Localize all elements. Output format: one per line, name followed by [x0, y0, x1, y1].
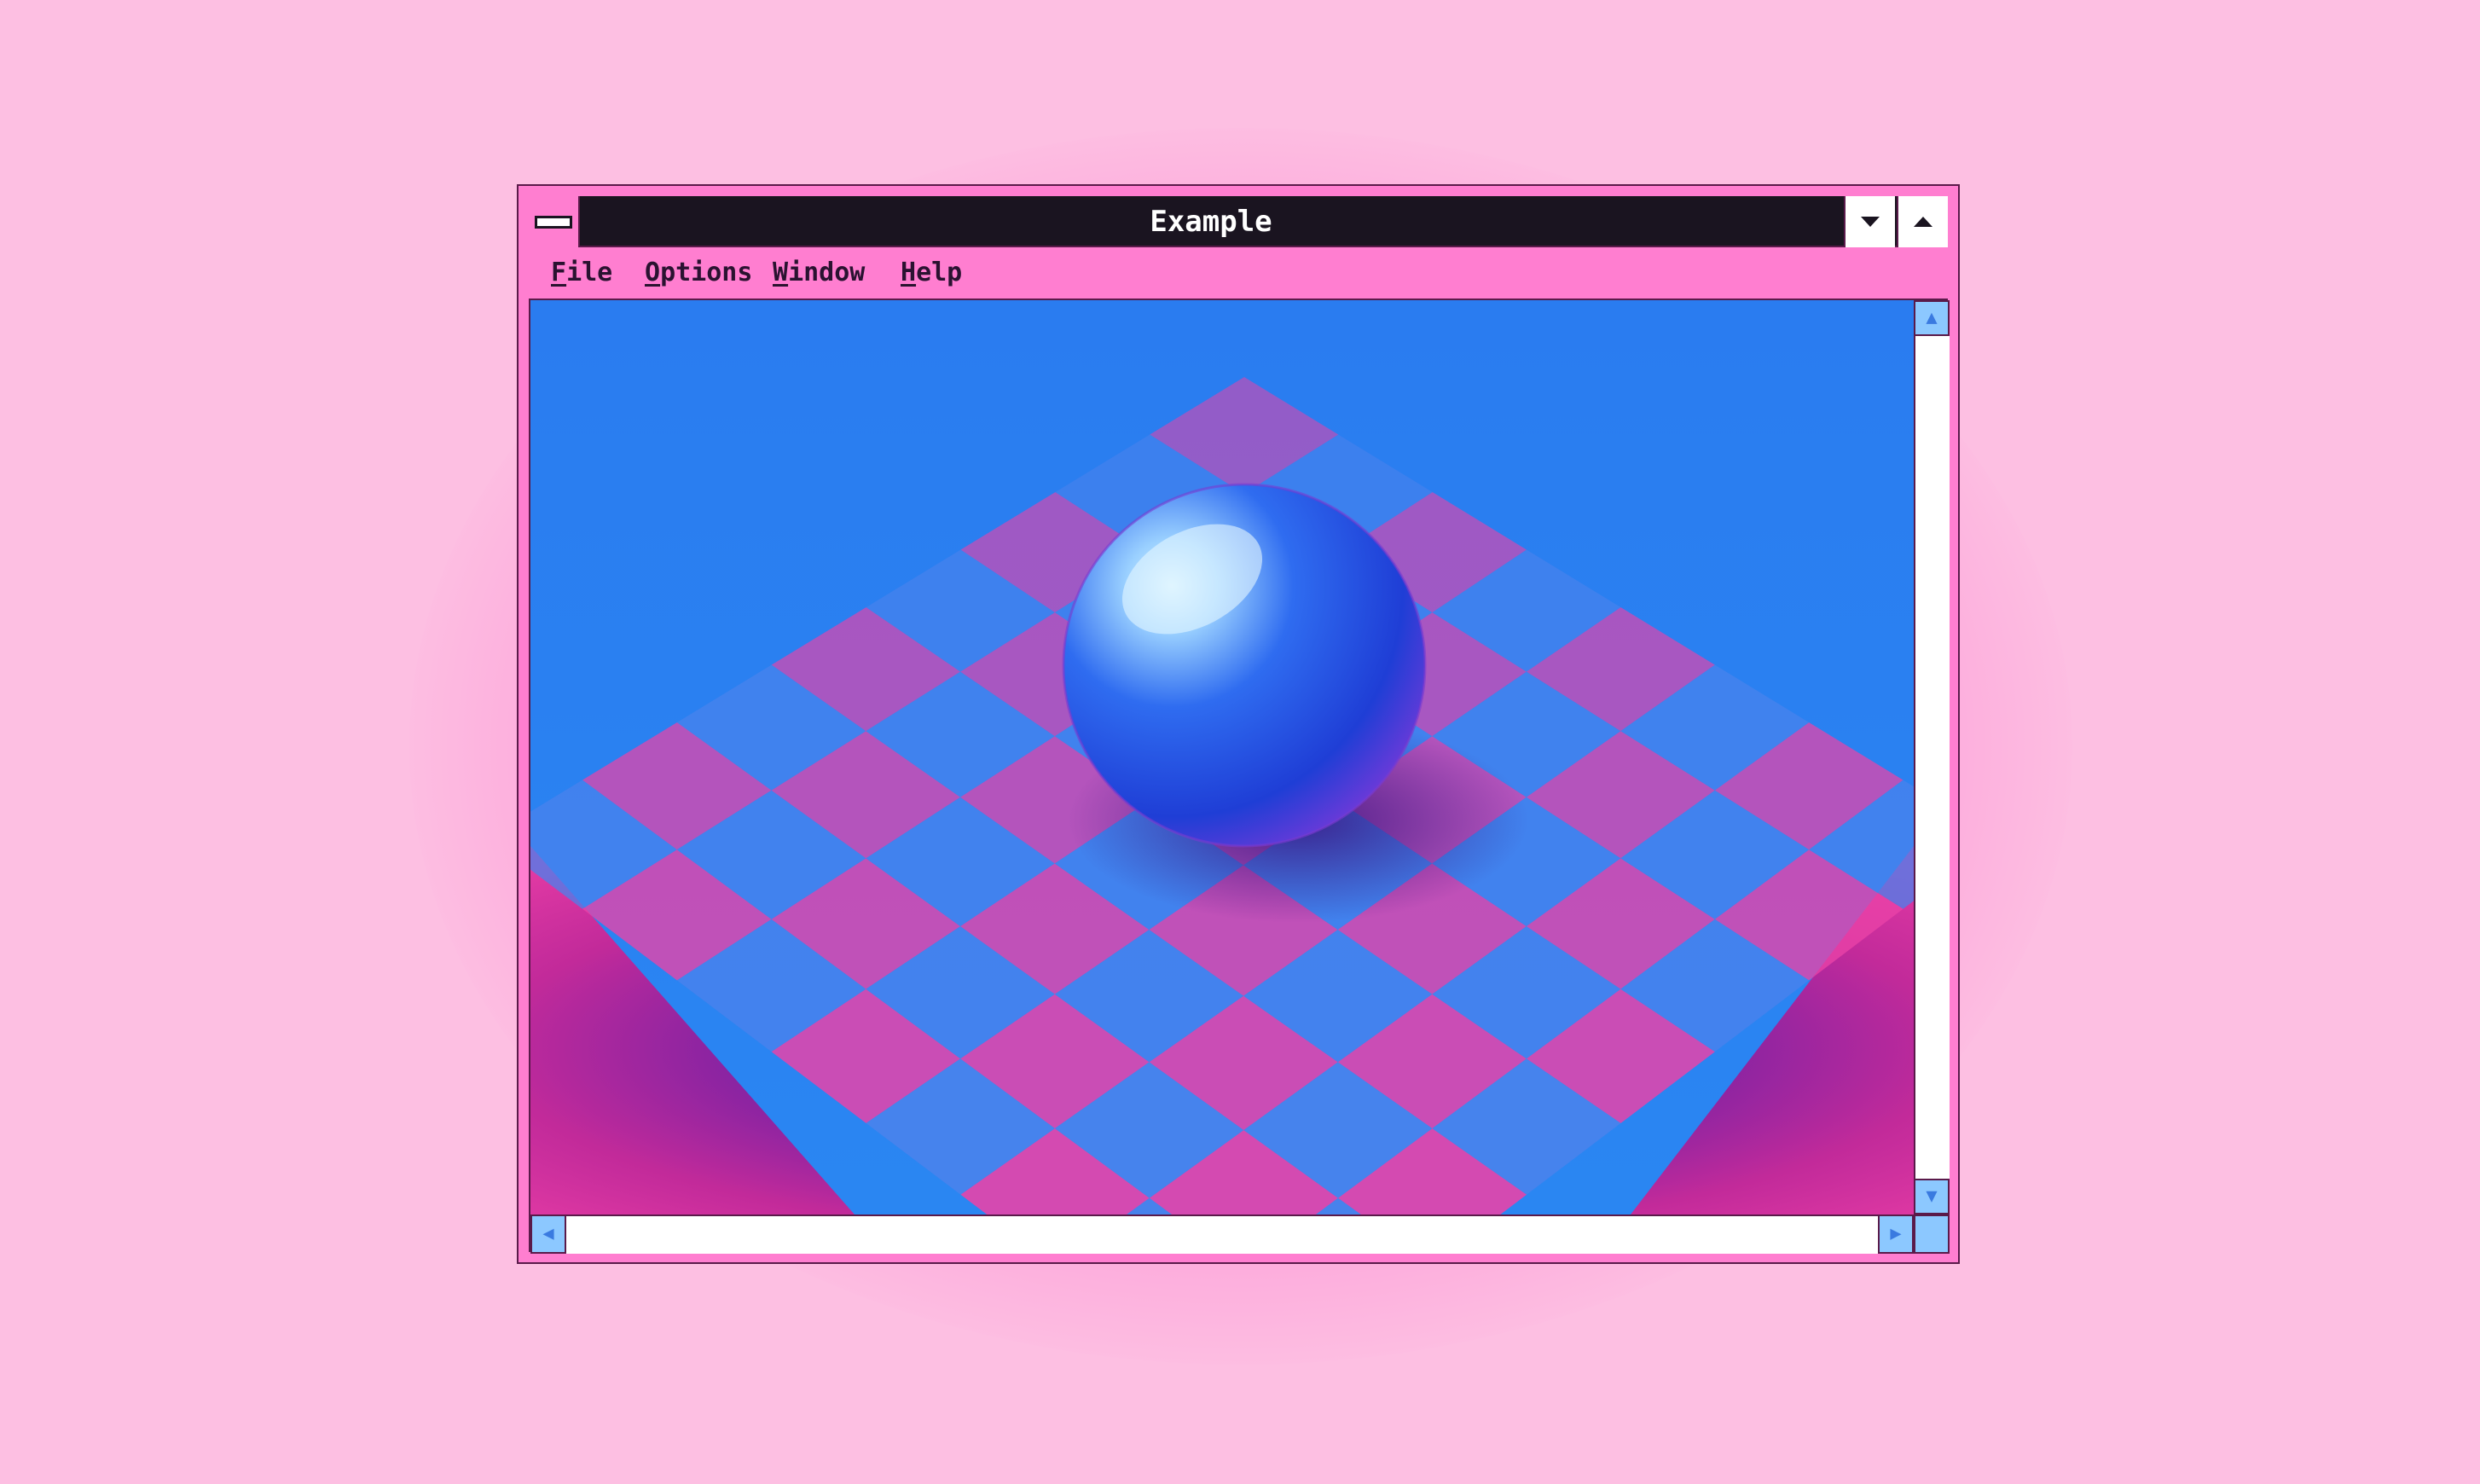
- triangle-up-icon: [1914, 217, 1932, 227]
- client-area: [530, 300, 1914, 1214]
- scroll-up-button[interactable]: ▲: [1914, 300, 1950, 336]
- window-title: Example: [1150, 205, 1272, 239]
- arrow-down-icon: ▼: [1926, 1185, 1938, 1207]
- arrow-up-icon: ▲: [1926, 307, 1938, 328]
- arrow-right-icon: ▶: [1890, 1223, 1902, 1244]
- menu-window[interactable]: Window: [773, 247, 865, 299]
- app-window: Example File Options Window Help ▲ ▼ ◀ ▶: [517, 184, 1960, 1264]
- scroll-right-button[interactable]: ▶: [1878, 1214, 1914, 1254]
- menu-options[interactable]: Options: [645, 247, 752, 299]
- maximize-button[interactable]: [1897, 196, 1948, 247]
- minimize-button[interactable]: [1844, 196, 1895, 247]
- horizontal-scrollbar[interactable]: ◀ ▶: [530, 1214, 1914, 1254]
- rendered-scene: [530, 300, 1914, 1214]
- vertical-scrollbar[interactable]: ▲ ▼: [1914, 300, 1950, 1214]
- scroll-left-button[interactable]: ◀: [530, 1214, 566, 1254]
- title-bar[interactable]: Example: [529, 196, 1948, 247]
- system-menu-icon: [535, 215, 572, 229]
- scroll-down-button[interactable]: ▼: [1914, 1179, 1950, 1214]
- menu-help[interactable]: Help: [901, 247, 962, 299]
- triangle-down-icon: [1861, 217, 1880, 227]
- system-menu-button[interactable]: [529, 196, 580, 247]
- menu-bar: File Options Window Help: [529, 247, 1948, 300]
- scrollbar-corner: [1914, 1214, 1950, 1254]
- menu-file[interactable]: File: [551, 247, 612, 299]
- arrow-left-icon: ◀: [542, 1223, 554, 1244]
